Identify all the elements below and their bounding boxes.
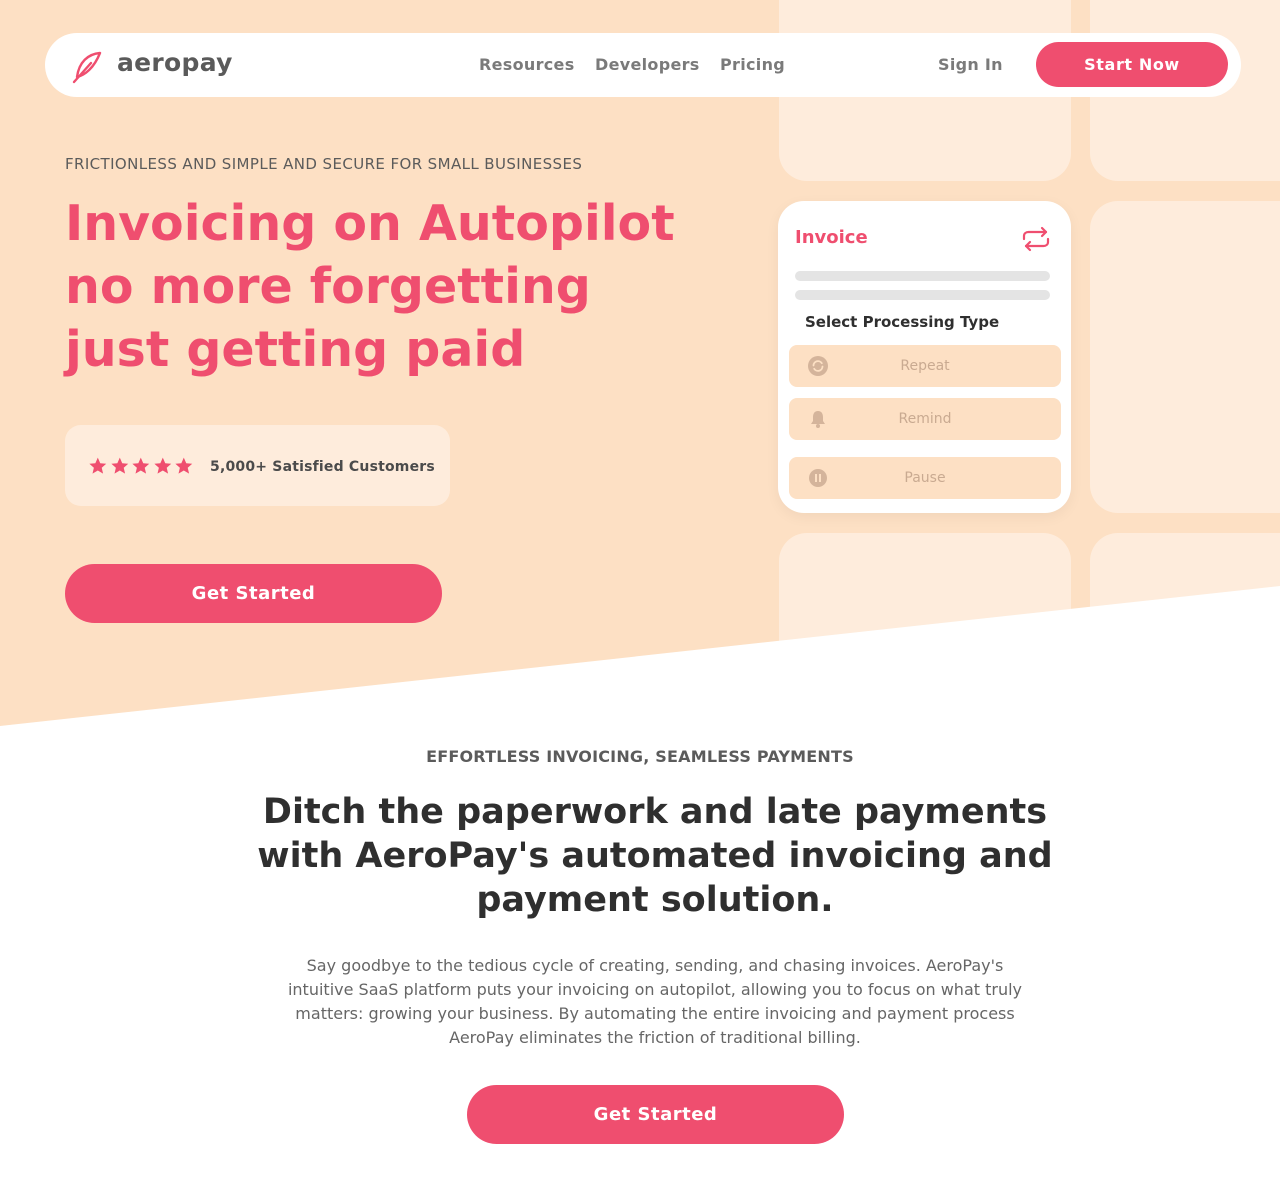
invoice-card-title: Invoice xyxy=(795,227,868,248)
section-eyebrow: EFFORTLESS INVOICING, SEAMLESS PAYMENTS xyxy=(426,747,854,766)
star-rating xyxy=(88,456,194,476)
headline-line: no more forgetting xyxy=(65,258,591,315)
headline-line: Invoicing on Autopilot xyxy=(65,195,675,252)
option-repeat[interactable]: Repeat xyxy=(789,345,1061,387)
decorative-tile xyxy=(1090,201,1280,513)
star-icon xyxy=(132,457,150,474)
feather-logo-icon[interactable] xyxy=(70,49,106,85)
star-icon xyxy=(89,457,107,474)
brand-logo-text[interactable]: aeropay xyxy=(117,48,233,77)
processing-type-label: Select Processing Type xyxy=(805,313,1000,331)
skeleton-line xyxy=(795,290,1050,300)
star-icon xyxy=(175,457,193,474)
repeat-icon[interactable] xyxy=(1020,226,1052,252)
sign-in-link[interactable]: Sign In xyxy=(938,55,1003,74)
nav-link-resources[interactable]: Resources xyxy=(479,55,575,74)
hero-get-started-button[interactable]: Get Started xyxy=(65,564,442,623)
hero-headline: Invoicing on Autopilot no more forgettin… xyxy=(65,192,675,381)
option-remind[interactable]: Remind xyxy=(789,398,1061,440)
star-icon xyxy=(110,457,128,474)
section-title: Ditch the paperwork and late payments wi… xyxy=(257,792,1053,920)
decorative-tile xyxy=(1090,533,1280,733)
star-icon xyxy=(154,457,172,474)
hero-eyebrow: FRICTIONLESS AND SIMPLE AND SECURE FOR S… xyxy=(65,155,583,173)
section-body: Say goodbye to the tedious cycle of crea… xyxy=(287,956,1023,1047)
skeleton-line xyxy=(795,271,1050,281)
decorative-tile xyxy=(779,533,1071,733)
nav-link-pricing[interactable]: Pricing xyxy=(720,55,785,74)
option-label: Pause xyxy=(904,470,946,486)
headline-line: just getting paid xyxy=(65,321,526,378)
option-label: Remind xyxy=(898,411,952,427)
nav-link-developers[interactable]: Developers xyxy=(595,55,700,74)
rating-text: 5,000+ Satisfied Customers xyxy=(210,459,435,475)
section-get-started-button[interactable]: Get Started xyxy=(467,1085,844,1144)
option-pause[interactable]: Pause xyxy=(789,457,1061,499)
option-label: Repeat xyxy=(900,358,950,374)
start-now-button[interactable]: Start Now xyxy=(1036,42,1228,87)
